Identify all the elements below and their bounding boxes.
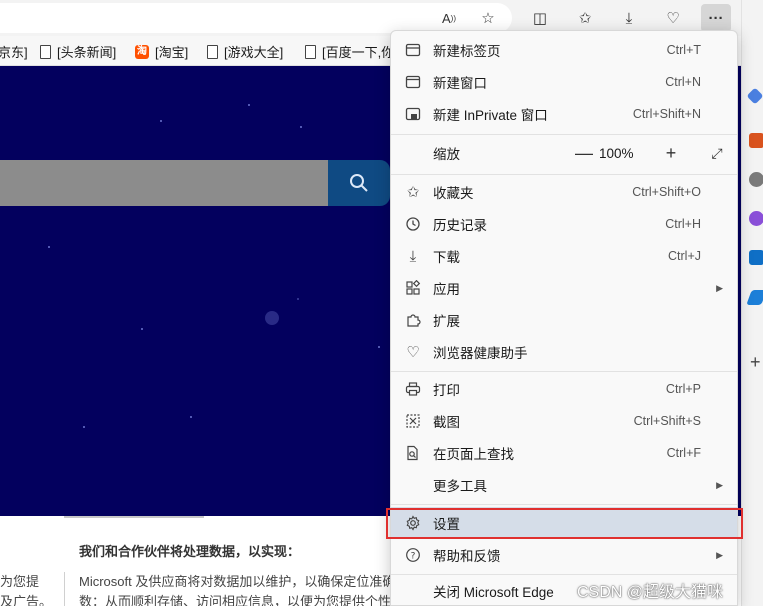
star: [297, 298, 299, 300]
watermark: CSDN @超级大猫咪: [577, 584, 724, 601]
search-icon: [350, 174, 368, 192]
browser-essentials-icon[interactable]: ♡: [658, 4, 688, 32]
screenshot-icon: [403, 411, 423, 431]
menu-item-apps[interactable]: 应用 ▶: [391, 272, 737, 304]
new-tab-icon: [403, 40, 423, 60]
menu-separator: [391, 371, 737, 372]
printer-icon: [403, 379, 423, 399]
apps-icon: [403, 278, 423, 298]
page-icon: [40, 44, 51, 59]
favorite-item-toutiao[interactable]: [头条新闻]: [40, 42, 116, 61]
menu-item-more-tools[interactable]: 更多工具 ▶: [391, 469, 737, 501]
star: [265, 311, 279, 325]
zoom-out-button[interactable]: —: [574, 143, 594, 163]
settings-and-more-button[interactable]: ···: [701, 4, 731, 32]
sidebar-people-icon[interactable]: [749, 172, 763, 187]
sidebar-tools-icon[interactable]: [749, 133, 763, 148]
divider: [64, 516, 204, 518]
chevron-right-icon: ▶: [716, 282, 723, 293]
edge-sidebar: +: [741, 0, 763, 606]
star: [248, 104, 250, 106]
page-icon: [207, 44, 218, 59]
page-icon: [305, 44, 316, 59]
sidebar-office-icon[interactable]: [749, 211, 763, 226]
menu-item-help-feedback[interactable]: ? 帮助和反馈 ▶: [391, 539, 737, 571]
star: [300, 126, 302, 128]
add-favorite-star-icon[interactable]: ☆: [473, 4, 503, 32]
menu-separator: [391, 134, 737, 135]
privacy-left-text: 为您提 及广告。: [0, 574, 53, 606]
highlight-box: [386, 508, 743, 539]
help-icon: ?: [403, 545, 423, 565]
chevron-right-icon: ▶: [716, 549, 723, 560]
search-button[interactable]: [328, 160, 390, 206]
zoom-level: 100%: [599, 145, 634, 161]
privacy-title: 我们和合作伙伴将处理数据，以实现：: [79, 544, 301, 559]
downloads-icon[interactable]: ⤓: [614, 4, 644, 32]
menu-item-screenshot[interactable]: 截图 Ctrl+Shift+S: [391, 405, 737, 437]
heart-pulse-icon: ♡: [406, 344, 420, 361]
read-aloud-icon[interactable]: A)): [434, 4, 464, 32]
star: [141, 328, 143, 330]
new-window-icon: [403, 72, 423, 92]
menu-item-history[interactable]: 历史记录 Ctrl+H: [391, 208, 737, 240]
star: [190, 416, 192, 418]
favorite-item-jd[interactable]: 京东]: [0, 42, 28, 61]
split-screen-icon[interactable]: ◫: [525, 4, 555, 32]
menu-item-print[interactable]: 打印 Ctrl+P: [391, 373, 737, 405]
zoom-in-button[interactable]: +: [661, 143, 681, 163]
puzzle-icon: [403, 310, 423, 330]
inprivate-icon: [403, 104, 423, 124]
divider: [64, 572, 65, 606]
svg-text:?: ?: [411, 552, 416, 562]
menu-item-new-inprivate[interactable]: 新建 InPrivate 窗口 Ctrl+Shift+N: [391, 98, 737, 130]
favorites-icon[interactable]: ✩: [570, 4, 600, 32]
sidebar-send-icon[interactable]: [746, 290, 763, 305]
sidebar-tag-icon[interactable]: [746, 87, 763, 105]
menu-item-zoom: 缩放 — 100% + ⤢: [391, 137, 737, 169]
menu-item-new-window[interactable]: 新建窗口 Ctrl+N: [391, 66, 737, 98]
menu-item-extensions[interactable]: 扩展: [391, 304, 737, 336]
menu-item-downloads[interactable]: ⤓ 下载 Ctrl+J: [391, 240, 737, 272]
fullscreen-icon[interactable]: ⤢: [707, 143, 727, 163]
menu-item-new-tab[interactable]: 新建标签页 Ctrl+T: [391, 34, 737, 66]
sidebar-add-icon[interactable]: +: [750, 352, 761, 373]
menu-item-find-on-page[interactable]: 在页面上查找 Ctrl+F: [391, 437, 737, 469]
star: [48, 246, 50, 248]
menu-item-browser-health[interactable]: ♡ 浏览器健康助手: [391, 336, 737, 368]
download-icon: ⤓: [409, 247, 417, 265]
privacy-text: Microsoft 及供应商将对数据加以维护，以确保定位准确 数：从而顺利存储、…: [79, 574, 396, 606]
taobao-icon: 淘: [135, 44, 149, 59]
star: [83, 426, 85, 428]
search-input[interactable]: [0, 160, 328, 206]
star: [160, 120, 162, 122]
menu-item-favorites[interactable]: ✩ 收藏夹 Ctrl+Shift+O: [391, 176, 737, 208]
menu-separator: [391, 174, 737, 175]
favorite-item-baidu[interactable]: [百度一下,你: [305, 42, 394, 61]
history-icon: [403, 214, 423, 234]
favorite-item-games[interactable]: [游戏大全]: [207, 42, 283, 61]
sidebar-outlook-icon[interactable]: [749, 250, 763, 265]
find-page-icon: [403, 443, 423, 463]
star: [378, 346, 380, 348]
favorites-icon: ✩: [406, 184, 420, 201]
menu-separator: [391, 504, 737, 505]
chevron-right-icon: ▶: [716, 479, 723, 490]
favorite-item-taobao[interactable]: 淘 [淘宝]: [135, 42, 188, 61]
